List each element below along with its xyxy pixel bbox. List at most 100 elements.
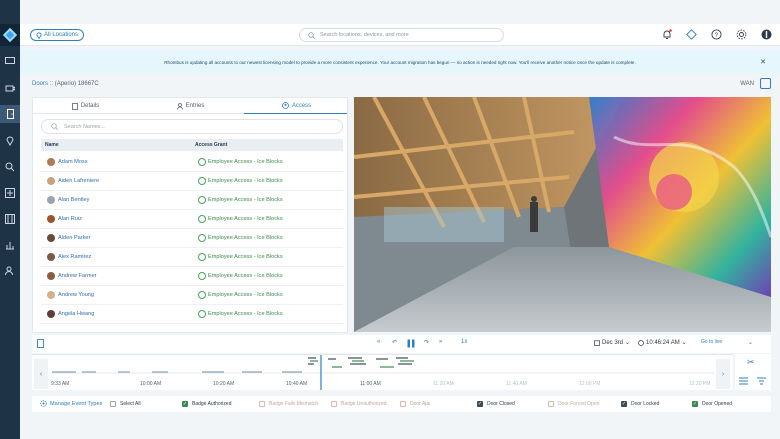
user-name-link[interactable]: Andrew Young <box>58 292 94 298</box>
event-timeline[interactable]: ‹ › 9:33 AM 10:00 AM 10:20 AM 10:40 AM 11:00… <box>32 354 733 390</box>
fast-forward-icon[interactable]: » <box>439 339 442 345</box>
user-name-link[interactable]: Angela Hwang <box>58 311 94 317</box>
access-grant-link[interactable]: Employee Access - Ice Blocks <box>208 273 283 279</box>
sidebar-item-clips[interactable] <box>0 210 20 228</box>
user-circle-icon <box>281 102 289 109</box>
checkbox-checked-icon[interactable]: ✓ <box>182 401 188 407</box>
legend-label: Badge Unauthorized <box>341 401 387 407</box>
access-grant-link[interactable]: Employee Access - Ice Blocks <box>208 254 283 260</box>
legend-checkbox-item[interactable]: ✓ Door Opened <box>692 401 732 407</box>
breadcrumb-doors-link[interactable]: Doors <box>32 81 48 87</box>
column-header-name[interactable]: Name <box>45 142 59 148</box>
sidebar-item-dashboard[interactable] <box>0 52 20 70</box>
time-picker[interactable]: 10:46:24 AM ⌄ <box>638 339 687 346</box>
collapse-chevron-icon[interactable]: ⌄ <box>748 339 753 346</box>
user-avatar-icon[interactable] <box>760 28 773 41</box>
date-picker[interactable]: Dec 3rd ⌄ <box>594 339 630 346</box>
scissors-icon[interactable]: ✂ <box>747 357 755 368</box>
table-row[interactable]: Alan Ruiz Employee Access - Ice Blocks <box>41 210 343 229</box>
access-grant-link[interactable]: Employee Access - Ice Blocks <box>208 159 283 165</box>
checkbox-empty-icon[interactable] <box>400 401 406 407</box>
checkbox-empty-icon[interactable] <box>331 401 337 407</box>
column-header-access-grant[interactable]: Access Grant <box>195 142 227 148</box>
pause-button[interactable] <box>407 339 415 348</box>
legend-checkbox-item[interactable]: Badge Unauthorized <box>331 401 387 407</box>
table-row[interactable]: Adam Moss Employee Access - Ice Blocks <box>41 153 343 172</box>
settings-gear-icon[interactable] <box>735 28 748 41</box>
rewind-fast-icon[interactable]: « <box>377 339 380 345</box>
access-grant-link[interactable]: Employee Access - Ice Blocks <box>208 197 283 203</box>
table-row[interactable]: Alan Bentley Employee Access - Ice Blocks <box>41 191 343 210</box>
table-row[interactable]: Andrew Farmer Employee Access - Ice Block… <box>41 267 343 286</box>
user-name-link[interactable]: Adam Moss <box>58 159 88 165</box>
sidebar-item-users[interactable] <box>0 262 20 280</box>
camera-video-feed[interactable] <box>354 97 771 332</box>
tab-entries[interactable]: Entries <box>138 98 243 114</box>
sidebar-nav <box>0 0 20 439</box>
names-search-placeholder: Search Names... <box>64 123 105 130</box>
sidebar-item-search[interactable] <box>0 158 20 176</box>
access-grant-link[interactable]: Employee Access - Ice Blocks <box>208 311 283 317</box>
legend-checkbox-item[interactable]: Door Forced Open <box>548 401 599 407</box>
legend-checkbox-item[interactable]: ✓ Door Locked <box>621 401 659 407</box>
notifications-bell-icon[interactable] <box>660 28 673 41</box>
all-locations-button[interactable]: All Locations <box>30 29 85 41</box>
checkbox-empty-icon[interactable] <box>110 401 116 407</box>
user-settings-icon <box>5 266 13 276</box>
user-name-link[interactable]: Alden Parker <box>58 235 90 241</box>
checkbox-checked-icon[interactable]: ✓ <box>477 401 483 407</box>
legend-checkbox-item[interactable]: ✓ Badge Authorized <box>182 401 231 407</box>
access-grant-link[interactable]: Employee Access - Ice Blocks <box>208 216 283 222</box>
checkbox-checked-icon[interactable]: ✓ <box>621 401 627 407</box>
global-search-input[interactable]: Search locations, devices, and more <box>299 28 504 42</box>
banner-close-icon[interactable]: ✕ <box>760 58 766 66</box>
top-bar: All Locations Search locations, devices,… <box>20 24 780 46</box>
zoom-in-icon[interactable] <box>756 376 767 387</box>
film-icon <box>5 214 15 224</box>
user-name-link[interactable]: Aiden Lafreniere <box>58 178 99 184</box>
go-to-live-link[interactable]: Go to live <box>701 339 722 345</box>
door-panel-toggle-icon[interactable] <box>37 339 44 348</box>
table-row[interactable]: Alden Parker Employee Access - Ice Blocks <box>41 229 343 248</box>
timeline-time-label: 12:00 PM <box>579 381 601 387</box>
calendar-icon <box>594 339 600 346</box>
checkbox-empty-icon[interactable] <box>259 401 265 407</box>
sidebar-item-doors[interactable] <box>0 105 20 123</box>
sidebar-item-access[interactable] <box>0 184 20 202</box>
legend-checkbox-item[interactable]: ✓ Door Closed <box>477 401 515 407</box>
sidebar-item-reports[interactable] <box>0 236 20 254</box>
tab-details[interactable]: Details <box>33 98 138 114</box>
manage-event-types-button[interactable]: Manage Event Types <box>40 400 102 407</box>
access-grant-link[interactable]: Employee Access - Ice Blocks <box>208 178 283 184</box>
access-grant-link[interactable]: Employee Access - Ice Blocks <box>208 235 283 241</box>
table-row[interactable]: Aiden Lafreniere Employee Access - Ice Bl… <box>41 172 343 191</box>
user-name-link[interactable]: Alan Ruiz <box>58 216 82 222</box>
rhombus-logo-icon[interactable] <box>0 24 20 46</box>
document-icon <box>71 102 78 110</box>
help-icon[interactable]: ? <box>710 28 723 41</box>
table-row[interactable]: Alex Ramirez Employee Access - Ice Blocks <box>41 248 343 267</box>
tab-access[interactable]: Access <box>244 98 347 114</box>
table-row[interactable]: Andrew Young Employee Access - Ice Blocks <box>41 286 343 305</box>
access-grant-link[interactable]: Employee Access - Ice Blocks <box>208 292 283 298</box>
access-table-header: Name Access Grant <box>41 139 343 151</box>
skip-forward-icon[interactable]: ↷ <box>424 339 429 346</box>
search-icon <box>51 123 58 130</box>
names-search-input[interactable]: Search Names... <box>41 119 343 134</box>
legend-checkbox-item[interactable]: Door Ajar <box>400 401 431 407</box>
user-name-link[interactable]: Alex Ramirez <box>58 254 91 260</box>
legend-checkbox-item[interactable]: Badge Fails Mismatch <box>259 401 318 407</box>
sidebar-item-locations[interactable] <box>0 132 20 150</box>
diamond-icon[interactable] <box>685 28 698 41</box>
network-status-icon[interactable] <box>760 78 771 89</box>
sidebar-item-cameras[interactable] <box>0 79 20 97</box>
playback-speed[interactable]: 1x <box>461 339 467 345</box>
legend-checkbox-item[interactable]: Select All <box>110 401 141 407</box>
skip-back-icon[interactable]: ↶ <box>392 339 397 346</box>
user-name-link[interactable]: Alan Bentley <box>58 197 89 203</box>
checkbox-empty-icon[interactable] <box>548 401 554 407</box>
checkbox-checked-icon[interactable]: ✓ <box>692 401 698 407</box>
table-row[interactable]: Angela Hwang Employee Access - Ice Blocks <box>41 305 343 324</box>
user-name-link[interactable]: Andrew Farmer <box>58 273 97 279</box>
zoom-out-icon[interactable] <box>738 376 749 387</box>
